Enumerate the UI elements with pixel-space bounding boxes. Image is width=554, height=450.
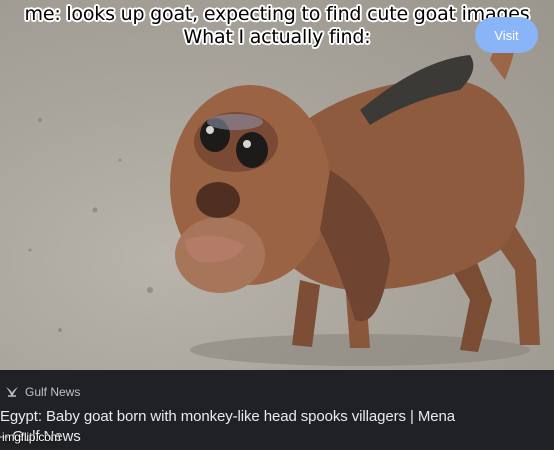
caption-second-line: What I actually find: [183, 26, 371, 48]
result-headline[interactable]: Egypt: Baby goat born with monkey-like h… [0, 407, 460, 447]
caption-top-line: me: looks up goat, expecting to find cut… [24, 3, 530, 25]
goat-illustration [28, 24, 540, 366]
source-name: Gulf News [25, 385, 81, 399]
gulf-news-logo-icon [4, 384, 20, 400]
meme-image: me: looks up goat, expecting to find cut… [0, 0, 554, 450]
search-result-card[interactable]: Gulf News Egypt: Baby goat born with mon… [0, 370, 554, 450]
result-source[interactable]: Gulf News [4, 384, 80, 400]
goat-photo [0, 0, 554, 370]
imgflip-watermark: imgflip.com [2, 430, 61, 444]
visit-button[interactable]: Visit [475, 17, 538, 53]
